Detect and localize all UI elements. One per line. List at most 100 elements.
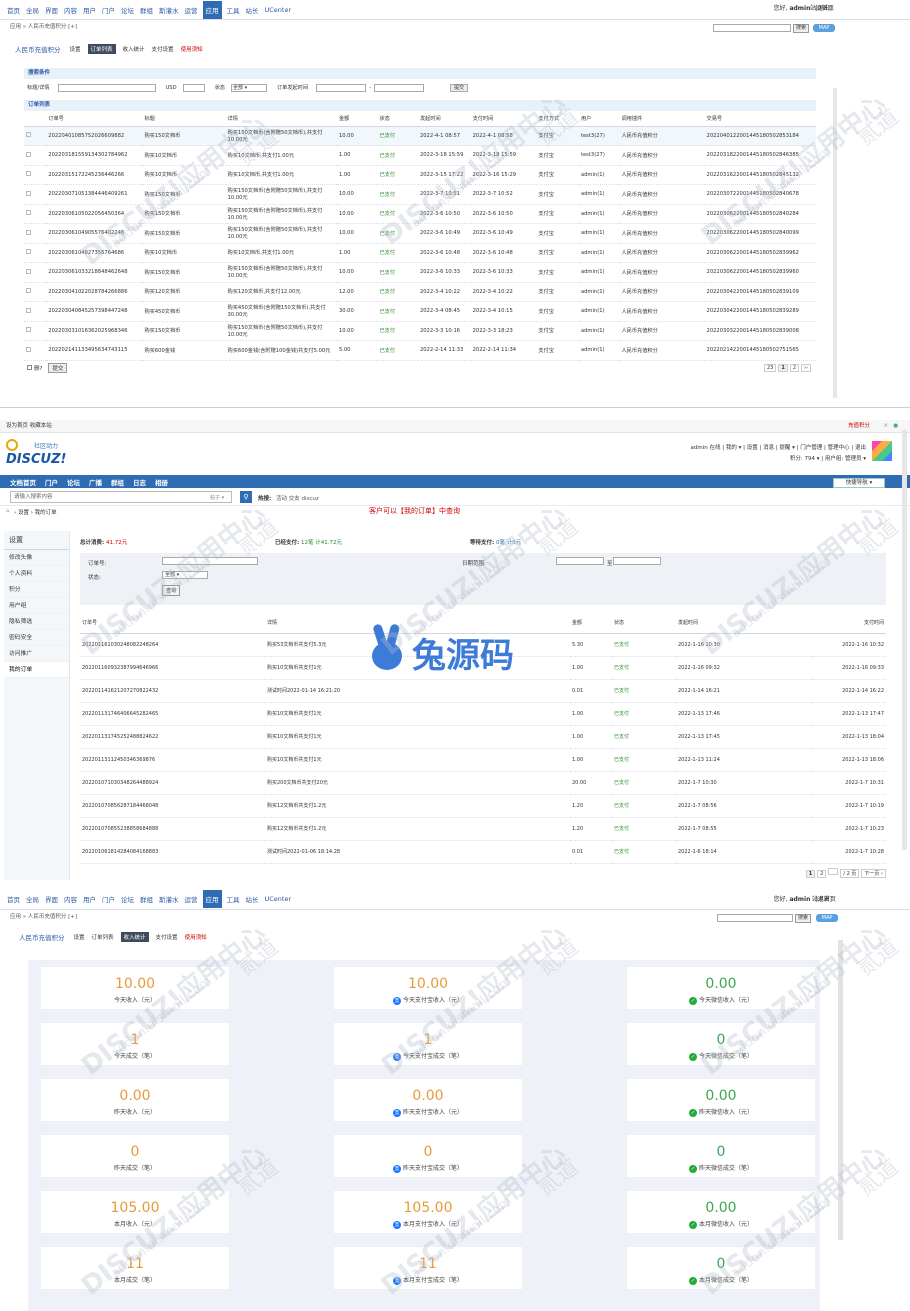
table-row[interactable]: 20220306104905576402248 购买150文档币 购买150文档币(… — [24, 223, 816, 244]
sidebar-item[interactable]: 访问推广 — [4, 646, 69, 662]
top-nav-item[interactable]: 全局 — [25, 892, 40, 906]
main-nav-item[interactable]: 相册 — [155, 477, 168, 487]
main-nav-item[interactable]: 群组 — [111, 477, 124, 487]
map-button[interactable]: MAP — [813, 24, 835, 32]
table-row[interactable]: 20220303101636202596834​6 购买150文档币 购买150文档… — [24, 321, 816, 341]
row-checkbox[interactable] — [26, 346, 31, 352]
scrollbar[interactable] — [833, 88, 837, 398]
table-row[interactable]: 20220304084525739844724​8 购买450文档币 购买450文档… — [24, 301, 816, 322]
admin-search-button[interactable]: 搜索 — [793, 24, 809, 33]
stats-tab-payment[interactable]: 支付设置 — [156, 933, 178, 941]
sidebar-item[interactable]: 用户组 — [4, 598, 69, 614]
top-nav-item[interactable]: 群组 — [139, 3, 154, 17]
row-checkbox[interactable] — [26, 327, 31, 333]
tab-usage-notes[interactable]: 使用须知 — [181, 45, 203, 53]
table-row[interactable]: 20220306104827356764686 购买10文档币 购买10文档币,共支… — [24, 243, 816, 263]
top-nav-item[interactable]: 内容 — [63, 892, 78, 906]
stats-scrollbar[interactable] — [838, 940, 843, 1240]
top-nav-item[interactable]: 用户 — [82, 892, 97, 906]
status-select[interactable]: 全部 ▾ — [230, 83, 267, 92]
site-search-input[interactable]: 请输入搜索内容 — [10, 491, 232, 503]
table-row[interactable]: 20220304102202878426688​6 购买120文档币 购买120文档… — [24, 282, 816, 302]
top-nav-item[interactable]: 站长 — [245, 3, 260, 17]
top-nav-item[interactable]: 运营 — [184, 892, 199, 906]
user-bar[interactable]: admin 在线 | 我的 ▾ | 设置 | 消息 | 提醒 ▾ | 门户管理 … — [691, 443, 866, 451]
row-checkbox[interactable] — [26, 210, 31, 216]
my-orders-row[interactable]: 20220107103034826448​8924 购买200文档币共支付20元 2… — [80, 771, 886, 795]
date-end-input[interactable] — [613, 557, 661, 565]
row-checkbox[interactable] — [26, 190, 31, 196]
table-row[interactable]: 20220306105022056450364 购买150文档币 购买150文档币(… — [24, 204, 816, 224]
row-checkbox[interactable] — [26, 268, 31, 274]
query-button[interactable]: 查询 — [162, 585, 181, 596]
table-row[interactable]: 20220315172245236446266 购买10文档币 购买10文档币,共支… — [24, 165, 816, 185]
my-orders-row[interactable]: 20220106181428408416​8883 测试时间2022-01-06 … — [80, 840, 886, 864]
tab-order-list[interactable]: 订单列表 — [87, 44, 116, 54]
main-nav-item[interactable]: 日志 — [133, 477, 146, 487]
usd-input[interactable] — [182, 83, 205, 92]
top-nav-item[interactable]: 用户 — [82, 3, 97, 17]
top-nav-item[interactable]: 全局 — [25, 3, 40, 17]
top-nav-item[interactable]: 斯灌水 — [158, 3, 180, 17]
stats-admin-username[interactable]: admin — [789, 896, 810, 903]
row-checkbox[interactable] — [26, 249, 31, 255]
top-nav-item[interactable]: 首页 — [6, 3, 21, 17]
stats-map-button[interactable]: MAP — [816, 914, 838, 922]
time-end-input[interactable] — [374, 83, 424, 92]
sidebar-item[interactable]: 修改头像 — [4, 550, 69, 566]
pager-item[interactable]: 1 — [778, 363, 788, 372]
table-row[interactable]: 20220318155913430278496​2 购买10文档币 购买10文档币,… — [24, 145, 816, 166]
my-orders-row[interactable]: 20220113174640664528​2465 购买10文档币共支付1元 1.0… — [80, 702, 886, 726]
my-orders-row[interactable]: 20220114162120727082​2432 测试时间2022-01-14 … — [80, 679, 886, 703]
top-nav-item[interactable]: 门户 — [101, 3, 116, 17]
top-nav-item[interactable]: 首页 — [6, 892, 21, 906]
row-checkbox[interactable] — [26, 132, 31, 138]
stats-site-home-link[interactable]: 站点首页 — [812, 894, 836, 903]
main-nav-item[interactable]: 论坛 — [67, 477, 80, 487]
color-scheme-icon[interactable] — [872, 441, 892, 461]
table-row[interactable]: 20220307105138444640926​1 购买150文档币 购买150文档… — [24, 184, 816, 205]
top-nav-item[interactable]: 内容 — [63, 3, 78, 17]
pager-b-item[interactable]: 2 — [817, 869, 827, 878]
site-home-link[interactable]: 站点首页 — [810, 3, 834, 12]
row-checkbox[interactable] — [26, 151, 31, 157]
sidebar-item[interactable]: 积分 — [4, 582, 69, 598]
search-icon[interactable]: ⚲ — [240, 491, 252, 503]
delete-checkbox[interactable] — [27, 365, 32, 370]
toolbar-links[interactable]: 设为首页 收藏本站 — [6, 423, 52, 429]
hot-keywords[interactable]: 活动 交友 discuz — [276, 496, 319, 502]
admin-search-input[interactable] — [713, 24, 791, 32]
pager-item[interactable]: 23 — [763, 363, 777, 372]
toolbar-right-link[interactable]: 充值积分 — [848, 420, 870, 433]
pager-b-item[interactable]: 下一页 › — [861, 868, 886, 878]
pager-item[interactable]: 2 — [789, 363, 799, 372]
sidebar-item[interactable]: 隐私筛选 — [4, 614, 69, 630]
top-nav-item[interactable]: 论坛 — [120, 892, 135, 906]
user-credits[interactable]: 积分: 794 ▾ | 用户组: 管理员 ▾ — [790, 454, 866, 462]
top-nav-item[interactable]: 门户 — [101, 892, 116, 906]
search-scope-select[interactable]: 帖子 ▾ — [210, 494, 224, 501]
stats-search-button[interactable]: 搜索 — [795, 914, 811, 923]
tab-settings[interactable]: 设置 — [70, 45, 81, 53]
search-submit-button[interactable]: 提交 — [450, 83, 468, 92]
globe-icon[interactable]: ● — [893, 420, 898, 433]
top-nav-item[interactable]: 论坛 — [120, 3, 135, 17]
sidebar-item[interactable]: 密码安全 — [4, 630, 69, 646]
footer-submit-button[interactable]: 提交 — [48, 362, 68, 373]
row-checkbox[interactable] — [26, 171, 31, 177]
order-status-select[interactable]: 全部 ▾ — [162, 571, 208, 579]
admin-username[interactable]: admin — [789, 5, 810, 12]
time-start-input[interactable] — [316, 83, 367, 92]
top-nav-item[interactable]: 界面 — [44, 892, 59, 906]
sidebar-item[interactable]: 个人资料 — [4, 566, 69, 582]
table-row[interactable]: 20220214113349563474311​5 购买600金钱 购买600金钱(… — [24, 340, 816, 361]
top-nav-item[interactable]: 斯灌水 — [158, 892, 180, 906]
quick-nav-button[interactable]: 快捷导航 ▾ — [833, 478, 885, 488]
table-row[interactable]: 20220306103321884846264​8 购买150文档币 购买150文档… — [24, 262, 816, 283]
pager-item[interactable]: ›› — [801, 363, 811, 372]
my-orders-row[interactable]: 20220113174525248882​4622 购买10文档币共支付1元 1.0… — [80, 725, 886, 749]
pager-b-item[interactable] — [828, 867, 839, 875]
main-nav-item[interactable]: 门户 — [45, 477, 58, 487]
top-nav-item[interactable]: 工具 — [226, 892, 241, 906]
top-nav-item[interactable]: 应用 — [202, 889, 222, 908]
